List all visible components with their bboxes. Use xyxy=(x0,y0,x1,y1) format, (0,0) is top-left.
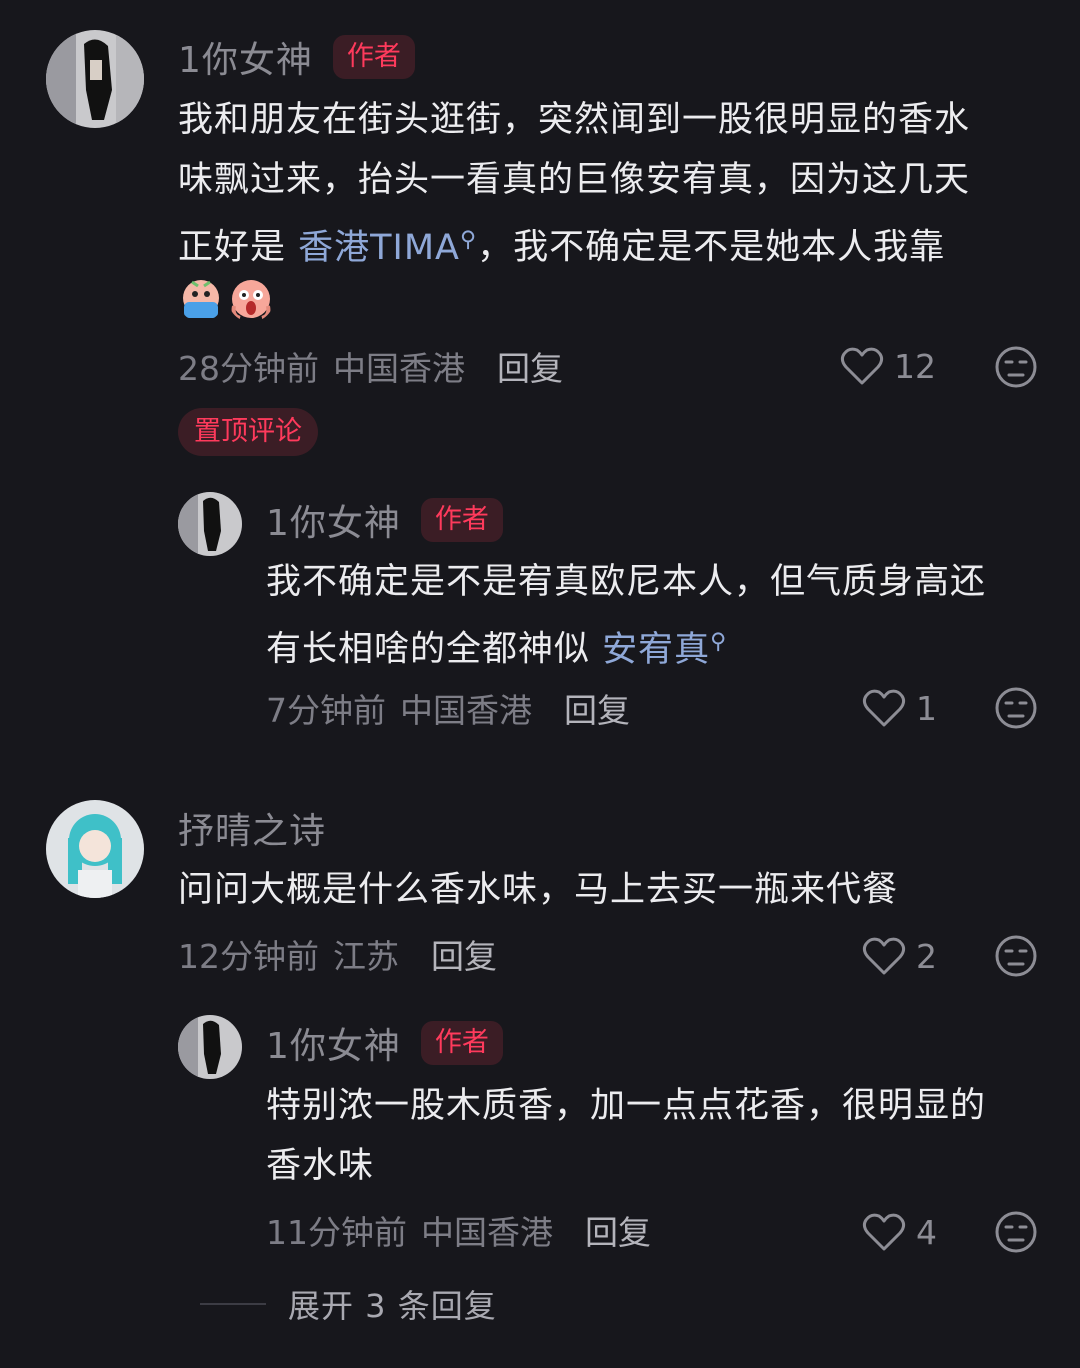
comment-text-line: 味飘过来，抬头一看真的巨像安宥真，因为这几天 xyxy=(178,160,971,200)
like-count: 4 xyxy=(916,1212,937,1252)
author-badge: 作者 xyxy=(420,1020,503,1066)
comment-meta: 12分钟前 江苏 回复 xyxy=(178,928,497,980)
search-link-label: 香港TIMA xyxy=(298,227,460,268)
reply-meta: 11分钟前 中国香港 回复 xyxy=(266,1204,651,1256)
dislike-face-icon[interactable] xyxy=(994,934,1038,978)
comment-text-line: 问问大概是什么香水味，马上去买一瓶来代餐 xyxy=(178,870,899,910)
reply-text: 我不确定是不是宥真欧尼本人，但气质身高还 有长相啥的全都神似 安宥真⚲ xyxy=(266,552,1046,680)
divider xyxy=(200,1303,266,1305)
user-photo-icon xyxy=(46,800,144,898)
like-button[interactable]: 2 xyxy=(862,930,937,982)
crying-face-emoji xyxy=(183,280,219,318)
reply-button[interactable]: 回复 xyxy=(564,684,630,732)
comment-meta: 28分钟前 中国香港 回复 xyxy=(178,340,563,392)
comment-text: 我和朋友在街头逛街，突然闻到一股很明显的香水 味飘过来，抬头一看真的巨像安宥真，… xyxy=(178,90,1038,278)
author-badge: 作者 xyxy=(332,34,415,80)
comment-text-segment: 正好是 xyxy=(178,227,299,268)
dislike-face-icon[interactable] xyxy=(994,1210,1038,1254)
reply-button[interactable]: 回复 xyxy=(431,930,497,978)
like-count: 12 xyxy=(894,346,936,386)
avatar[interactable] xyxy=(178,1015,242,1079)
reply-text-segment: 有长相啥的全都神似 xyxy=(266,629,603,670)
username[interactable]: 1你女神 xyxy=(266,494,401,546)
reply-header: 1你女神 作者 xyxy=(266,1015,503,1071)
expand-replies-label: 展开 3 条回复 xyxy=(288,1287,497,1325)
pinned-badge: 置顶评论 xyxy=(178,408,318,457)
search-icon: ⚲ xyxy=(710,629,728,654)
heart-icon xyxy=(862,937,906,975)
heart-icon xyxy=(840,347,884,385)
reply-text: 特别浓一股木质香，加一点点花香，很明显的 香水味 xyxy=(266,1076,1046,1196)
comment-text-segment: ，我不确定是不是她本人我靠 xyxy=(477,227,946,268)
comment-section: 1你女神 作者 我和朋友在街头逛街，突然闻到一股很明显的香水 味飘过来，抬头一看… xyxy=(0,0,1080,1368)
search-link-label: 安宥真 xyxy=(602,629,711,670)
comment-header: 抒晴之诗 xyxy=(178,800,326,856)
reply-meta: 7分钟前 中国香港 回复 xyxy=(266,682,630,734)
username[interactable]: 1你女神 xyxy=(178,31,313,83)
screaming-face-emoji xyxy=(231,280,271,320)
heart-icon xyxy=(862,689,906,727)
location: 中国香港 xyxy=(421,1213,553,1252)
user-photo-icon xyxy=(46,30,144,128)
search-link[interactable]: 安宥真⚲ xyxy=(602,629,728,670)
location: 江苏 xyxy=(333,937,399,976)
reply-text-line: 香水味 xyxy=(266,1146,375,1186)
reply-header: 1你女神 作者 xyxy=(266,492,503,548)
user-photo-icon xyxy=(178,1015,242,1079)
timestamp: 28分钟前 xyxy=(178,349,319,388)
user-photo-icon xyxy=(178,492,242,556)
heart-icon xyxy=(862,1213,906,1251)
avatar[interactable] xyxy=(46,30,144,128)
comment-text: 问问大概是什么香水味，马上去买一瓶来代餐 xyxy=(178,860,1038,920)
comment-text-line: 正好是 香港TIMA⚲，我不确定是不是她本人我靠 xyxy=(178,210,1038,278)
dislike-face-icon[interactable] xyxy=(994,686,1038,730)
like-button[interactable]: 1 xyxy=(862,682,937,734)
timestamp: 12分钟前 xyxy=(178,937,319,976)
like-button[interactable]: 12 xyxy=(840,340,936,392)
search-link[interactable]: 香港TIMA⚲ xyxy=(298,227,478,268)
author-badge: 作者 xyxy=(420,497,503,543)
reply-text-line: 有长相啥的全都神似 安宥真⚲ xyxy=(266,612,1046,680)
like-count: 1 xyxy=(916,688,937,728)
avatar[interactable] xyxy=(178,492,242,556)
location: 中国香港 xyxy=(400,691,532,730)
reply-button[interactable]: 回复 xyxy=(497,342,563,390)
username[interactable]: 1你女神 xyxy=(266,1017,401,1069)
avatar[interactable] xyxy=(46,800,144,898)
reply-button[interactable]: 回复 xyxy=(585,1206,651,1254)
location: 中国香港 xyxy=(333,349,465,388)
like-count: 2 xyxy=(916,936,937,976)
username[interactable]: 抒晴之诗 xyxy=(178,802,326,854)
timestamp: 11分钟前 xyxy=(266,1213,407,1252)
reply-text-line: 特别浓一股木质香，加一点点花香，很明显的 xyxy=(266,1086,987,1126)
timestamp: 7分钟前 xyxy=(266,691,386,730)
search-icon: ⚲ xyxy=(459,227,478,252)
expand-replies-button[interactable]: 展开 3 条回复 xyxy=(200,1282,497,1326)
dislike-face-icon[interactable] xyxy=(994,345,1038,389)
reply-text-line: 我不确定是不是宥真欧尼本人，但气质身高还 xyxy=(266,562,987,602)
like-button[interactable]: 4 xyxy=(862,1206,937,1258)
comment-text-line: 我和朋友在街头逛街，突然闻到一股很明显的香水 xyxy=(178,100,971,140)
emoji-row xyxy=(178,276,274,322)
comment-header: 1你女神 作者 xyxy=(178,29,415,85)
